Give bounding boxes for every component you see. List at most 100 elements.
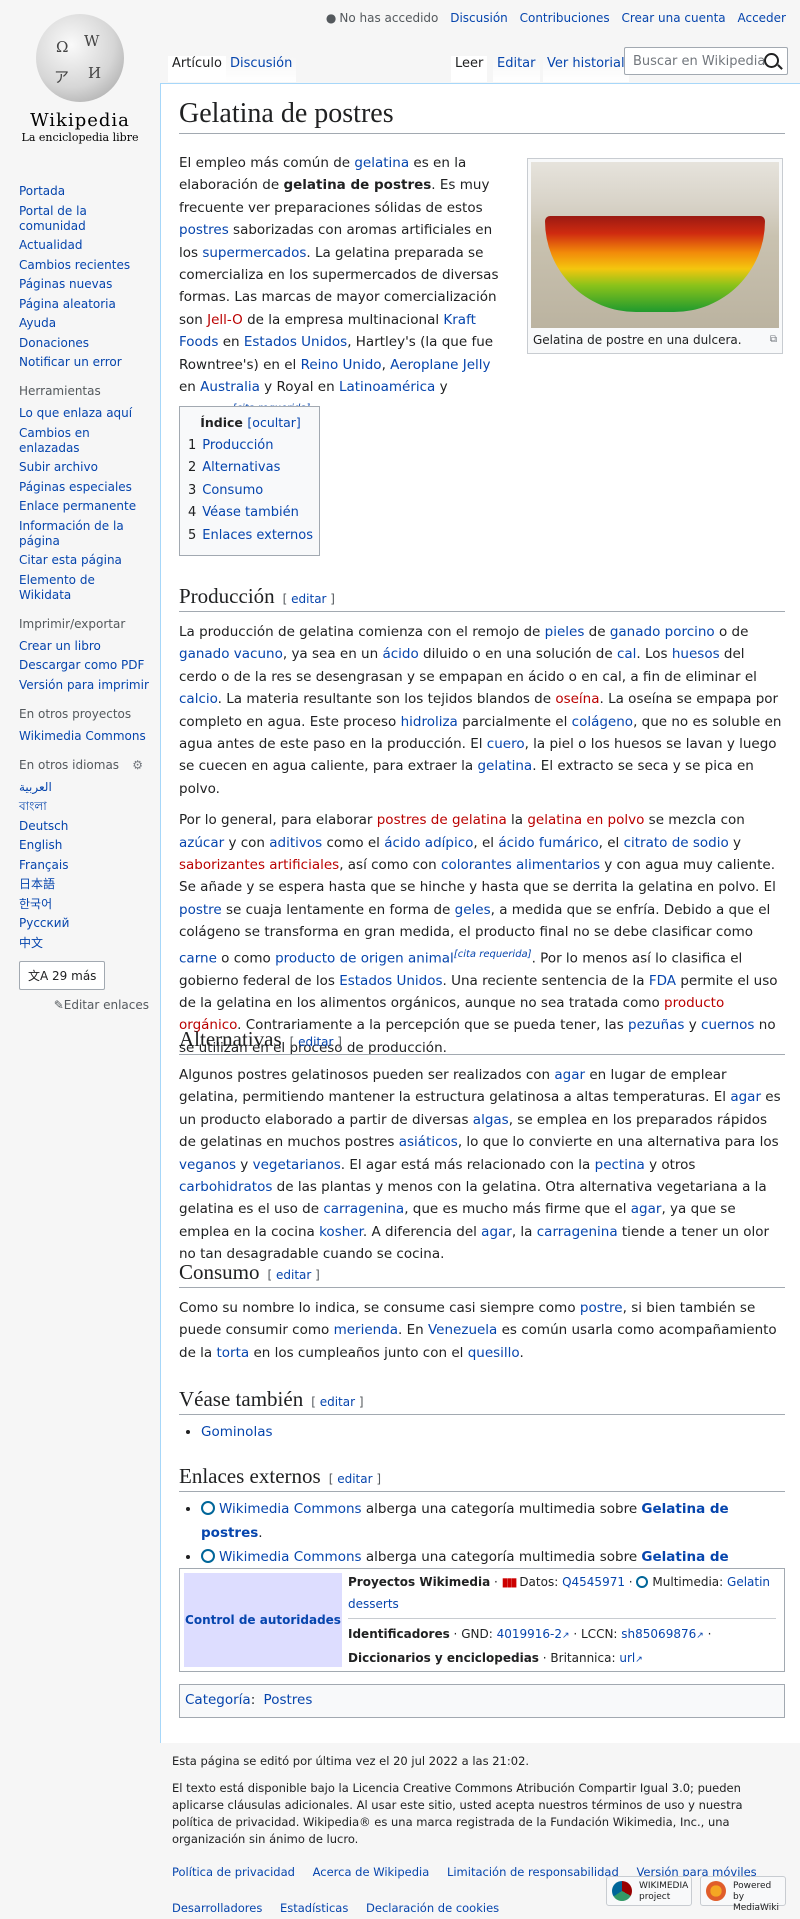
user-icon: ● xyxy=(325,11,337,25)
commons-icon xyxy=(201,1501,215,1515)
tab-history[interactable]: Ver historial xyxy=(543,56,629,82)
authority-label[interactable]: Control de autoridades xyxy=(184,1573,342,1667)
footer-link[interactable]: Estadísticas xyxy=(280,1901,348,1915)
gear-icon[interactable]: ⚙ xyxy=(132,758,143,772)
gnd-link[interactable]: 4019916-2 xyxy=(497,1627,562,1641)
nav-item[interactable]: Notificar un error xyxy=(19,355,149,370)
create-account-link[interactable]: Crear una cuenta xyxy=(621,11,725,25)
projects-label: Proyectos Wikimedia xyxy=(348,1575,491,1589)
nav-item[interactable]: Página aleatoria xyxy=(19,297,149,312)
tab-edit[interactable]: Editar xyxy=(493,56,540,82)
language-item[interactable]: বাংলা xyxy=(19,799,149,814)
section-alternativas: Alternativas[ editar ] Algunos postres g… xyxy=(179,1027,785,1266)
search-box[interactable]: Buscar en Wikipedia xyxy=(624,47,788,75)
language-item[interactable]: 中文 xyxy=(19,936,149,951)
magnify-icon[interactable]: ⧉ xyxy=(770,332,777,348)
nav-item[interactable]: Portal de la comunidad xyxy=(19,204,149,234)
toc-number: 2 xyxy=(188,460,197,476)
license-text: El texto está disponible bajo la Licenci… xyxy=(172,1781,743,1846)
gelatin-image[interactable] xyxy=(531,162,779,328)
nav-item[interactable]: Actualidad xyxy=(19,238,149,253)
talk-link[interactable]: Discusión xyxy=(450,11,508,25)
edit-links-row: ✎Editar enlaces xyxy=(19,998,149,1012)
toc-link[interactable]: Consumo xyxy=(202,483,263,498)
commons-icon xyxy=(201,1549,215,1563)
toc-item[interactable]: 4 Véase también xyxy=(188,502,313,524)
mediawiki-badge[interactable]: Powered by MediaWiki xyxy=(700,1876,786,1913)
language-item[interactable]: 日本語 xyxy=(19,877,149,892)
toc-link[interactable]: Producción xyxy=(202,438,273,453)
search-input[interactable]: Buscar en Wikipedia xyxy=(633,54,765,69)
heading-text: Enlaces externos xyxy=(179,1464,321,1488)
nav-item[interactable]: Ayuda xyxy=(19,316,149,331)
language-item[interactable]: English xyxy=(19,838,149,853)
toc-link[interactable]: Alternativas xyxy=(202,460,280,475)
edit-links[interactable]: Editar enlaces xyxy=(64,998,149,1012)
toc-link[interactable]: Enlaces externos xyxy=(202,528,313,543)
edit-section-link[interactable]: editar xyxy=(337,1472,372,1486)
wikidata-link[interactable]: Q4545971 xyxy=(562,1575,625,1589)
section-consumo: Consumo[ editar ] Como su nombre lo indi… xyxy=(179,1260,785,1364)
nav-item[interactable]: Páginas nuevas xyxy=(19,277,149,292)
tools-item[interactable]: Páginas especiales xyxy=(19,480,149,495)
projects-item[interactable]: Wikimedia Commons xyxy=(19,729,149,744)
print-item[interactable]: Descargar como PDF xyxy=(19,658,149,673)
section-produccion: Producción[ editar ] La producción de ge… xyxy=(179,584,785,1059)
edit-section-link[interactable]: editar xyxy=(291,592,326,606)
language-item[interactable]: العربية xyxy=(19,780,149,795)
footer-link[interactable]: Desarrolladores xyxy=(172,1901,262,1915)
link-text: alberga una categoría multimedia sobre xyxy=(361,1501,642,1517)
toc-item[interactable]: 2 Alternativas xyxy=(188,457,313,479)
print-item[interactable]: Crear un libro xyxy=(19,639,149,654)
tools-item[interactable]: Subir archivo xyxy=(19,460,149,475)
commons-link[interactable]: Wikimedia Commons xyxy=(219,1549,362,1565)
section-heading: Consumo[ editar ] xyxy=(179,1260,785,1288)
nav-item[interactable]: Cambios recientes xyxy=(19,258,149,273)
search-icon[interactable] xyxy=(764,53,779,68)
toc-item[interactable]: 3 Consumo xyxy=(188,480,313,502)
category-link[interactable]: Postres xyxy=(264,1692,313,1708)
print-item[interactable]: Versión para imprimir xyxy=(19,678,149,693)
tools-item[interactable]: Lo que enlaza aquí xyxy=(19,406,149,421)
commons-link[interactable]: Wikimedia Commons xyxy=(219,1501,362,1517)
lccn-link[interactable]: sh85069876 xyxy=(621,1627,696,1641)
wikimedia-project-badge[interactable]: WIKIMEDIA project xyxy=(606,1876,692,1906)
edit-section-link[interactable]: editar xyxy=(320,1395,355,1409)
thumbnail: Gelatina de postre en una dulcera. ⧉ xyxy=(527,158,783,354)
tools-item[interactable]: Cambios en enlazadas xyxy=(19,426,149,456)
toc-item[interactable]: 5 Enlaces externos xyxy=(188,525,313,547)
footer-link[interactable]: Limitación de responsabilidad xyxy=(447,1865,619,1879)
language-item[interactable]: Deutsch xyxy=(19,819,149,834)
contributions-link[interactable]: Contribuciones xyxy=(520,11,610,25)
language-item[interactable]: Français xyxy=(19,858,149,873)
nav-item[interactable]: Portada xyxy=(19,184,149,199)
more-languages-button[interactable]: 文A 29 más xyxy=(19,961,106,990)
tab-talk[interactable]: Discusión xyxy=(226,56,297,82)
wikipedia-logo[interactable]: ΩWИア Wikipedia La enciclopedia libre xyxy=(14,14,146,156)
toc-toggle[interactable]: [ocultar] xyxy=(247,415,300,430)
see-also-link[interactable]: Gominolas xyxy=(201,1424,273,1440)
footer-link[interactable]: Acerca de Wikipedia xyxy=(313,1865,430,1879)
tab-read[interactable]: Leer xyxy=(451,56,488,82)
toc-link[interactable]: Véase también xyxy=(202,505,299,520)
toc-title-text: Índice xyxy=(200,415,243,430)
tools-item[interactable]: Citar esta página xyxy=(19,553,149,568)
tools-item[interactable]: Elemento de Wikidata xyxy=(19,573,149,603)
tab-article[interactable]: Artículo xyxy=(168,56,226,82)
dictionaries-label: Diccionarios y enciclopedias xyxy=(348,1651,539,1665)
tools-menu: Herramientas Lo que enlaza aquí Cambios … xyxy=(19,384,149,603)
language-item[interactable]: 한국어 xyxy=(19,897,149,912)
language-item[interactable]: Русский xyxy=(19,916,149,931)
edit-section-link[interactable]: editar xyxy=(298,1035,333,1049)
footer-link[interactable]: Declaración de cookies xyxy=(366,1901,499,1915)
category-label[interactable]: Categoría xyxy=(185,1692,251,1708)
section-vease: Véase también[ editar ] Gominolas xyxy=(179,1387,785,1444)
tools-item[interactable]: Enlace permanente xyxy=(19,499,149,514)
britannica-link[interactable]: url xyxy=(619,1651,635,1665)
toc-item[interactable]: 1 Producción xyxy=(188,435,313,457)
footer-link[interactable]: Política de privacidad xyxy=(172,1865,295,1879)
login-link[interactable]: Acceder xyxy=(737,11,786,25)
edit-section-link[interactable]: editar xyxy=(276,1268,311,1282)
tools-item[interactable]: Información de la página xyxy=(19,519,149,549)
nav-item[interactable]: Donaciones xyxy=(19,336,149,351)
